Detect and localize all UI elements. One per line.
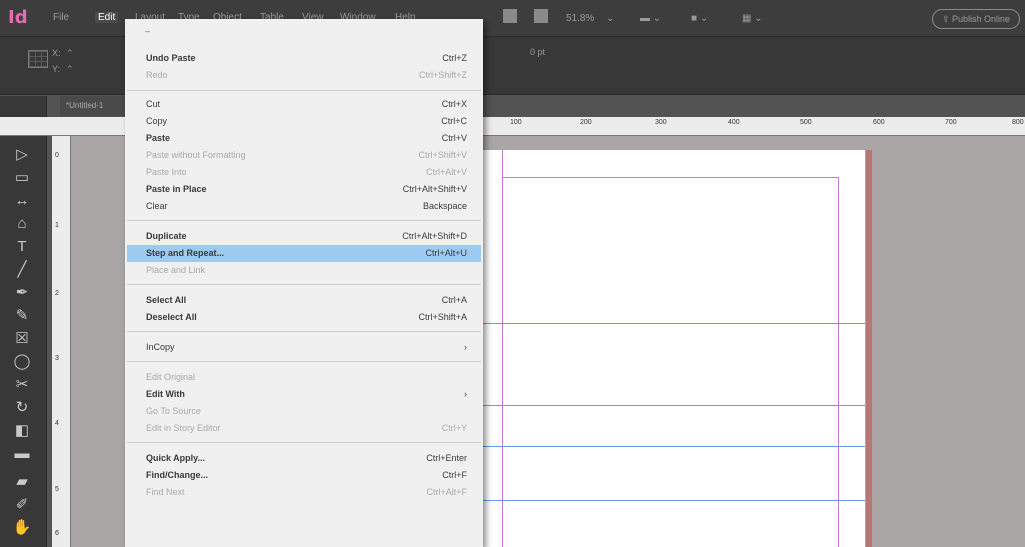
y-stepper-icon[interactable]: ⌃ <box>66 64 74 75</box>
menu-item-quick-apply[interactable]: Quick Apply... Ctrl+Enter <box>127 450 481 467</box>
hand-tool-icon[interactable]: ✋ <box>12 518 32 538</box>
menu-item-paste-into[interactable]: Paste Into Ctrl+Alt+V <box>127 164 481 181</box>
margin-guide-left <box>502 150 503 547</box>
zoom-dropdown-icon[interactable]: ⌄ <box>606 13 614 24</box>
publish-online-button[interactable]: ⇪ Publish Online <box>932 9 1020 29</box>
menu-separator <box>127 442 481 443</box>
ruler-tick-label: 4 <box>55 420 59 427</box>
submenu-arrow-icon: › <box>464 342 467 352</box>
menu-item-clear[interactable]: Clear Backspace <box>127 198 481 215</box>
ruler-tick-label: 800 <box>1012 119 1024 126</box>
menu-item-incopy[interactable]: InCopy › <box>127 339 481 356</box>
margin-guide-right <box>838 177 839 547</box>
ruler-tick-label: 1 <box>55 222 59 229</box>
menu-item-paste[interactable]: Paste Ctrl+V <box>127 130 481 147</box>
ruler-tick-label: 3 <box>55 355 59 362</box>
ruler-tick-label: 6 <box>55 530 59 537</box>
page-tool-icon[interactable]: ▭ <box>12 168 32 188</box>
ruler-guide[interactable] <box>482 405 865 406</box>
rectangle-frame-tool-icon[interactable]: ☒ <box>12 329 32 349</box>
y-label: Y: <box>52 64 61 74</box>
free-transform-tool-icon[interactable]: ↻ <box>12 398 32 418</box>
menu-item-undo-paste[interactable]: Undo Paste Ctrl+Z <box>127 50 481 67</box>
menu-item-deselect-all[interactable]: Deselect All Ctrl+Shift+A <box>127 309 481 326</box>
menu-item-duplicate[interactable]: Duplicate Ctrl+Alt+Shift+D <box>127 228 481 245</box>
menu-separator <box>127 220 481 221</box>
reference-point-icon[interactable] <box>28 50 48 68</box>
ruler-tick-label: 0 <box>55 152 59 159</box>
gradient-swatch-tool-icon[interactable]: ◧ <box>12 421 32 441</box>
zoom-level[interactable]: 51.8% <box>566 13 594 24</box>
ruler-tick-label: 200 <box>580 119 592 126</box>
scissors-tool-icon[interactable]: ✂ <box>12 375 32 395</box>
x-stepper-icon[interactable]: ⌃ <box>66 48 74 59</box>
bleed-guide <box>866 150 872 547</box>
menu-item-edit-in-story-editor[interactable]: Edit in Story Editor Ctrl+Y <box>127 420 481 437</box>
menu-separator <box>127 361 481 362</box>
submenu-arrow-icon: › <box>464 389 467 399</box>
ruler-tick-label: 500 <box>800 119 812 126</box>
menu-item-paste-without-formatting[interactable]: Paste without Formatting Ctrl+Shift+V <box>127 147 481 164</box>
note-tool-icon[interactable]: ▰ <box>12 472 32 492</box>
ruler-tick-label: 2 <box>55 290 59 297</box>
menu-item-place-and-link[interactable]: Place and Link <box>127 262 481 279</box>
view-options-icon[interactable]: ▬ ⌄ <box>640 13 661 24</box>
type-tool-icon[interactable]: T <box>12 237 32 257</box>
menu-item-cut[interactable]: Cut Ctrl+X <box>127 96 481 113</box>
ellipse-tool-icon[interactable]: ◯ <box>12 352 32 372</box>
menu-item-select-all[interactable]: Select All Ctrl+A <box>127 292 481 309</box>
menu-item-find-change[interactable]: Find/Change... Ctrl+F <box>127 467 481 484</box>
ruler-tick-label: 5 <box>55 486 59 493</box>
screen-mode-icon[interactable]: ■ ⌄ <box>691 13 708 24</box>
document-tab[interactable]: *Untitled-1 <box>60 96 128 116</box>
menu-separator <box>127 331 481 332</box>
x-label: X: <box>52 48 61 58</box>
pencil-tool-icon[interactable]: ✎ <box>12 306 32 326</box>
menu-item-step-and-repeat[interactable]: Step and Repeat... Ctrl+Alt+U <box>127 245 481 262</box>
menu-separator <box>127 90 481 91</box>
ruler-tick-label: 100 <box>510 119 522 126</box>
menu-item-go-to-source[interactable]: Go To Source <box>127 403 481 420</box>
menu-item-edit-original[interactable]: Edit Original <box>127 369 481 386</box>
ruler-guide[interactable] <box>482 500 865 501</box>
publish-icon: ⇪ <box>941 14 950 24</box>
menu-edit[interactable]: Edit <box>95 12 119 23</box>
stroke-weight-field[interactable]: 0 pt <box>530 47 545 57</box>
arrange-documents-icon[interactable]: ▦ ⌄ <box>742 13 763 24</box>
gradient-feather-tool-icon[interactable]: ▬ <box>12 444 32 464</box>
menu-file[interactable]: File <box>53 12 69 23</box>
ruler-tick-label: 400 <box>728 119 740 126</box>
content-collector-icon[interactable]: ⌂ <box>12 214 32 234</box>
line-tool-icon[interactable]: ╱ <box>12 260 32 280</box>
bridge-icon[interactable] <box>503 9 517 23</box>
menu-item-edit-with[interactable]: Edit With › <box>127 386 481 403</box>
ruler-guide[interactable] <box>482 446 865 447</box>
margin-guide-top <box>502 177 838 178</box>
menu-tear-off-icon: – <box>145 26 151 36</box>
stock-icon[interactable] <box>534 9 548 23</box>
app-logo: Id <box>8 7 28 28</box>
eyedropper-tool-icon[interactable]: ✐ <box>12 495 32 515</box>
direct-selection-tool-icon[interactable]: ▷ <box>12 145 32 165</box>
ruler-tick-label: 300 <box>655 119 667 126</box>
ruler-guide[interactable] <box>482 323 865 324</box>
menu-item-find-next[interactable]: Find Next Ctrl+Alt+F <box>127 484 481 501</box>
ruler-tick-label: 600 <box>873 119 885 126</box>
menu-item-copy[interactable]: Copy Ctrl+C <box>127 113 481 130</box>
menu-item-redo[interactable]: Redo Ctrl+Shift+Z <box>127 67 481 84</box>
menu-separator <box>127 284 481 285</box>
gap-tool-icon[interactable]: ↔ <box>12 191 32 211</box>
document-page[interactable] <box>482 150 865 547</box>
publish-label: Publish Online <box>952 14 1011 24</box>
pen-tool-icon[interactable]: ✒ <box>12 283 32 303</box>
ruler-tick-label: 700 <box>945 119 957 126</box>
menu-item-paste-in-place[interactable]: Paste in Place Ctrl+Alt+Shift+V <box>127 181 481 198</box>
